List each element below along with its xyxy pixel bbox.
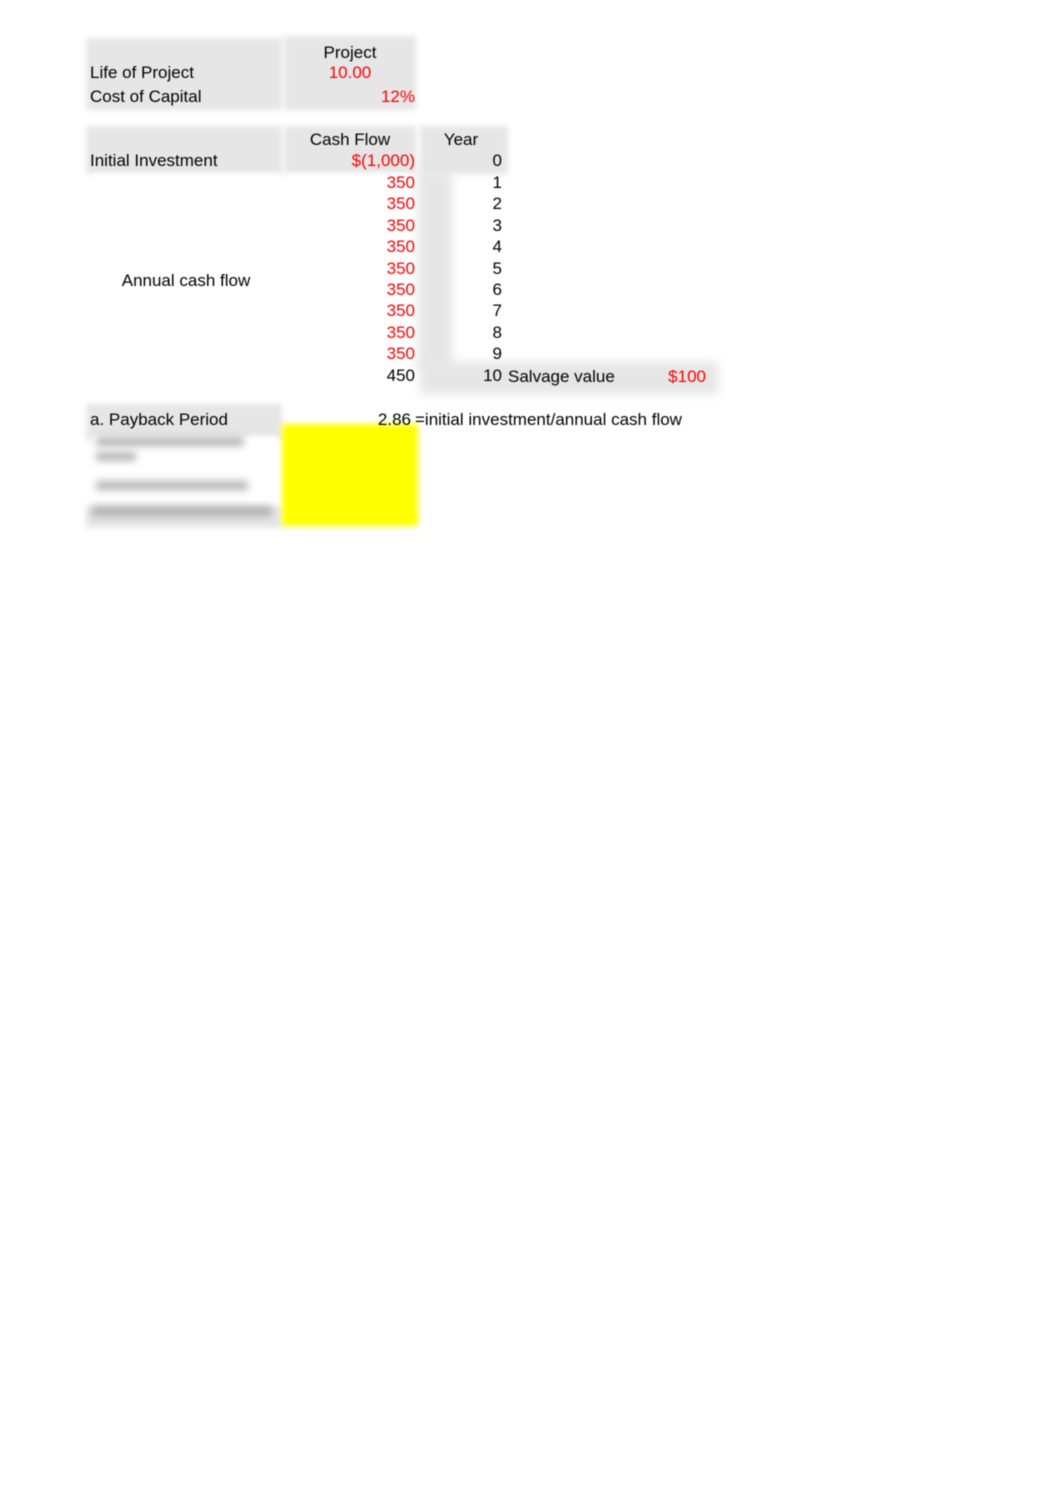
year-value-3: 3	[492, 215, 502, 235]
redacted-note-line-3	[96, 481, 248, 490]
label-life-of-project: Life of Project	[90, 63, 194, 82]
payback-formula-note: =initial investment/annual cash flow	[415, 410, 682, 429]
year-value-1: 1	[492, 173, 502, 192]
label-cost-of-capital: Cost of Capital	[90, 87, 202, 106]
year-value-2: 2	[492, 194, 502, 214]
year-value-10: 10	[483, 365, 502, 385]
year-value-5: 5	[492, 258, 502, 278]
redacted-note-line-2	[96, 452, 136, 461]
cash-flow-value-year-7[interactable]: 350	[284, 300, 415, 321]
header-cash-flow: Cash Flow	[309, 130, 391, 149]
cash-flow-value-year-4[interactable]: 350	[284, 236, 415, 257]
year-value-9: 9	[492, 344, 502, 364]
assumptions-column-header: Project	[323, 43, 377, 62]
cash-flow-value-year-3[interactable]: 350	[284, 215, 415, 236]
redacted-note-line-1	[96, 437, 244, 446]
year-value-6: 6	[492, 280, 502, 299]
value-salvage-value[interactable]: $100	[606, 366, 706, 387]
label-annual-cash-flow: Annual cash flow	[121, 271, 251, 290]
label-initial-investment: Initial Investment	[90, 151, 218, 170]
spreadsheet-canvas: Project Life of Project 10.00 Cost of Ca…	[0, 0, 1062, 1506]
year-value-8: 8	[492, 322, 502, 342]
cash-flow-value-year-6[interactable]: 350	[284, 279, 415, 300]
cash-flow-value-year-10[interactable]: 450	[284, 365, 415, 386]
cash-flow-value-year-9[interactable]: 350	[284, 343, 415, 364]
value-initial-investment-cashflow[interactable]: $(1,000)	[284, 150, 415, 171]
redacted-note-line-4	[92, 506, 272, 517]
payback-highlight-cell[interactable]	[282, 424, 418, 526]
year-value-4: 4	[492, 237, 502, 257]
cash-flow-value-year-1[interactable]: 350	[284, 172, 415, 193]
cash-flow-value-year-5[interactable]: 350	[284, 258, 415, 279]
cash-flow-value-year-8[interactable]: 350	[284, 322, 415, 343]
label-payback-period: a. Payback Period	[90, 410, 228, 429]
value-payback-period[interactable]: 2.86	[284, 409, 411, 430]
value-initial-investment-year: 0	[492, 151, 502, 170]
cash-flow-value-year-2[interactable]: 350	[284, 193, 415, 214]
value-life-of-project[interactable]: 10.00	[284, 62, 416, 83]
value-cost-of-capital[interactable]: 12%	[284, 86, 415, 107]
header-year: Year	[443, 130, 479, 149]
year-value-7: 7	[492, 301, 502, 321]
